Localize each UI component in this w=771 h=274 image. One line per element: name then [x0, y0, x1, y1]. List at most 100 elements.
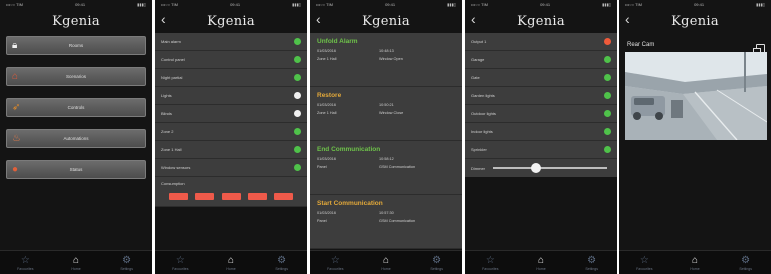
tab-favourites[interactable]: ☆ Favourites: [160, 255, 200, 271]
clock-text: 09:41: [694, 2, 705, 7]
slider-knob[interactable]: [531, 163, 542, 173]
tab-home[interactable]: ⌂ Home: [521, 255, 561, 271]
status-bar: •••○○ TIM 09:41 ▮▮▮▯: [310, 0, 462, 9]
lamp-icon: ♨: [12, 133, 21, 144]
tab-favourites[interactable]: ☆ Favourites: [624, 255, 664, 271]
menu-button-automations[interactable]: ♨ Automations: [6, 129, 146, 148]
camera-scene: [625, 52, 767, 140]
zone-row[interactable]: Main alarm: [155, 33, 307, 51]
camera-feed-image[interactable]: [625, 52, 767, 140]
tab-label: Favourites: [17, 266, 34, 271]
battery-icon: ▮▮▮▯: [602, 2, 611, 7]
carrier-text: •••○○ TIM: [6, 2, 23, 7]
event-detail: Window Close: [379, 111, 404, 115]
output-row[interactable]: Garage: [465, 51, 617, 69]
back-chevron-icon[interactable]: ‹: [316, 11, 321, 27]
back-chevron-icon[interactable]: ‹: [161, 11, 166, 27]
tab-home[interactable]: ⌂ Home: [211, 255, 251, 271]
zone-row[interactable]: Night partial: [155, 69, 307, 87]
tab-settings[interactable]: ⚙ Settings: [262, 255, 302, 271]
satellite-icon: ➶: [12, 102, 21, 113]
status-dot-icon: [604, 128, 611, 135]
tab-settings[interactable]: ⚙ Settings: [572, 255, 612, 271]
nav-bar: ‹ Kgenia: [465, 9, 617, 33]
status-dot-icon: [294, 128, 301, 135]
star-icon: ☆: [639, 254, 649, 266]
status-dot-icon: [604, 56, 611, 63]
app-logo: Kgenia: [362, 13, 410, 29]
output-label: Output 1: [471, 39, 487, 44]
menu-button-scenarios[interactable]: ⌂ Scenarios: [6, 67, 146, 86]
nav-bar: ‹ Kgenia: [619, 9, 771, 33]
status-dot-icon: [604, 146, 611, 153]
star-icon: ☆: [20, 254, 30, 266]
zone-row[interactable]: Blinds: [155, 105, 307, 123]
zone-row[interactable]: Zone 2: [155, 123, 307, 141]
phone-camera-screen: •••○○ TIM 09:41 ▮▮▮▯ ‹ Kgenia Rear Cam ☆…: [619, 0, 771, 274]
menu-button-status[interactable]: ● Status: [6, 160, 146, 179]
tab-favourites[interactable]: ☆ Favourites: [5, 255, 45, 271]
battery-icon: ▮▮▮▯: [137, 2, 146, 7]
tab-label: Favourites: [172, 266, 189, 271]
gear-icon: ⚙: [741, 254, 751, 266]
tab-bar: ☆ Favourites ⌂ Home ⚙ Settings: [155, 250, 307, 274]
event-time: 10:58:12: [379, 157, 394, 161]
tab-settings[interactable]: ⚙ Settings: [107, 255, 147, 271]
gauge-bar: [274, 193, 293, 200]
event-item[interactable]: Restore 01/03/2016 10:50:21 Zone 1 Hall Wind…: [310, 87, 462, 141]
status-dot-icon: [604, 74, 611, 81]
app-logo: Kgenia: [671, 13, 719, 29]
back-chevron-icon[interactable]: ‹: [471, 11, 476, 27]
tab-settings[interactable]: ⚙ Settings: [726, 255, 766, 271]
status-bar: •••○○ TIM 09:41 ▮▮▮▯: [619, 0, 771, 9]
zone-row[interactable]: Window sensors: [155, 159, 307, 177]
status-dot-icon: [294, 74, 301, 81]
house-icon: ⌂: [12, 71, 19, 82]
output-row[interactable]: Sprinkler: [465, 141, 617, 159]
output-label: Garage: [471, 57, 485, 62]
tab-label: Home: [690, 266, 700, 271]
zone-row[interactable]: Zone 1 Hall: [155, 141, 307, 159]
menu-label: Controls: [67, 105, 85, 110]
back-chevron-icon[interactable]: ‹: [625, 11, 630, 27]
zone-row[interactable]: Control panel: [155, 51, 307, 69]
event-item[interactable]: Unfold Alarm 01/03/2016 10:48:13 Zone 1 Hal…: [310, 33, 462, 87]
slider-track[interactable]: [493, 163, 607, 173]
status-dot-icon: [294, 164, 301, 171]
status-bar: •••○○ TIM 09:41 ▮▮▮▯: [0, 0, 152, 9]
tab-home[interactable]: ⌂ Home: [675, 255, 715, 271]
status-bar: •••○○ TIM 09:41 ▮▮▮▯: [155, 0, 307, 9]
event-line: 01/03/2016 10:57:30: [317, 211, 455, 215]
tab-favourites[interactable]: ☆ Favourites: [315, 255, 355, 271]
menu-label: Scenarios: [65, 74, 86, 79]
output-row[interactable]: Garden lights: [465, 87, 617, 105]
event-item[interactable]: Start Communication 01/03/2016 10:57:30 Pan…: [310, 195, 462, 249]
zone-row[interactable]: Lights: [155, 87, 307, 105]
menu-button-controls[interactable]: ➶ Controls: [6, 98, 146, 117]
shield-icon: ●: [12, 164, 19, 175]
zone-label: Blinds: [161, 111, 172, 116]
tab-home[interactable]: ⌂ Home: [56, 255, 96, 271]
tab-home[interactable]: ⌂ Home: [366, 255, 406, 271]
outputs-list: Output 1 Garage Gate Garden lights Outdoor l…: [465, 33, 617, 177]
phone-menu-screen: •••○○ TIM 09:41 ▮▮▮▯ Kgenia 🔒︎ Rooms ⌂ S…: [0, 0, 152, 274]
output-row[interactable]: Output 1: [465, 33, 617, 51]
event-title: Restore: [317, 92, 342, 99]
event-title: Unfold Alarm: [317, 38, 358, 45]
menu-label: Rooms: [68, 43, 84, 48]
output-row[interactable]: Outdoor lights: [465, 105, 617, 123]
tab-label: Home: [381, 266, 391, 271]
output-row[interactable]: Gate: [465, 69, 617, 87]
event-source: Zone 1 Hall: [317, 111, 337, 115]
menu-button-rooms[interactable]: 🔒︎ Rooms: [6, 36, 146, 55]
event-item[interactable]: End Communication 01/03/2016 10:58:12 Panel…: [310, 141, 462, 195]
output-row[interactable]: Indoor lights: [465, 123, 617, 141]
zone-label: Zone 2: [161, 129, 174, 134]
battery-icon: ▮▮▮▯: [447, 2, 456, 7]
tab-label: Home: [536, 266, 546, 271]
tab-settings[interactable]: ⚙ Settings: [417, 255, 457, 271]
event-line: Panel GSM Communication: [317, 165, 455, 169]
slider-label: Dimmer: [471, 165, 485, 171]
tab-favourites[interactable]: ☆ Favourites: [470, 255, 510, 271]
app-logo: Kgenia: [52, 13, 100, 29]
